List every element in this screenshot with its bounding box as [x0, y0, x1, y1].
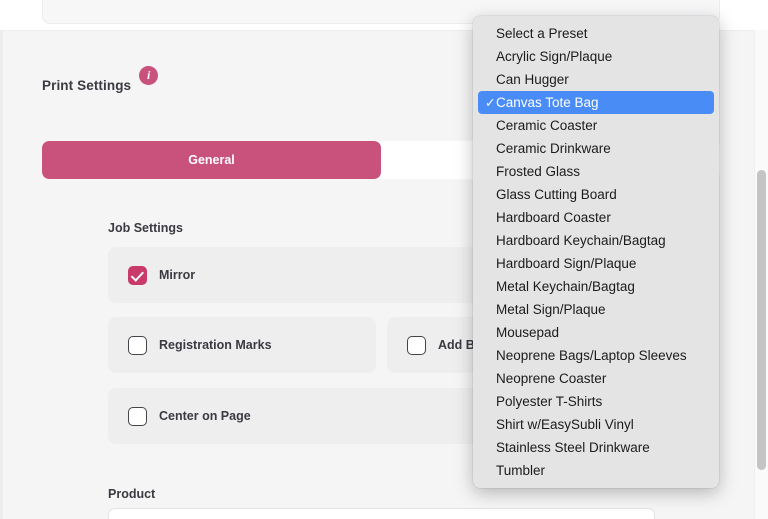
checkbox-registration-marks[interactable]	[128, 335, 147, 355]
checkbox-label-mirror: Mirror	[159, 268, 196, 282]
dropdown-option[interactable]: Metal Keychain/Bagtag	[473, 275, 719, 298]
dropdown-option[interactable]: Ceramic Drinkware	[473, 137, 719, 160]
dropdown-option-label: Metal Keychain/Bagtag	[496, 279, 635, 294]
dropdown-option-label: Shirt w/EasySubli Vinyl	[496, 417, 634, 432]
dropdown-option-label: Can Hugger	[496, 72, 569, 87]
page-title: Print Settings	[42, 77, 132, 93]
dropdown-option[interactable]: Metal Sign/Plaque	[473, 298, 719, 321]
check-icon: ✓	[485, 96, 496, 110]
dropdown-option-label: Stainless Steel Drinkware	[496, 440, 650, 455]
dropdown-option[interactable]: Hardboard Keychain/Bagtag	[473, 229, 719, 252]
dropdown-option-label: Tumbler	[496, 463, 546, 478]
checkbox-center-on-page[interactable]	[128, 406, 147, 426]
checkbox-label-center-on-page: Center on Page	[159, 409, 251, 423]
dropdown-option[interactable]: Can Hugger	[473, 68, 719, 91]
app-root: Print Settings i General Job Settings Mi…	[0, 0, 768, 519]
dropdown-option[interactable]: Hardboard Coaster	[473, 206, 719, 229]
checkbox-mirror[interactable]	[128, 265, 147, 285]
vertical-scrollbar-track[interactable]	[754, 30, 768, 519]
product-select-input[interactable]	[108, 508, 655, 519]
dropdown-option-label: Ceramic Coaster	[496, 118, 598, 133]
checkbox-group-registration-marks[interactable]: Registration Marks	[108, 335, 272, 355]
dropdown-option-label: Canvas Tote Bag	[496, 95, 599, 110]
info-icon[interactable]: i	[139, 66, 159, 85]
dropdown-option[interactable]: Polyester T-Shirts	[473, 390, 719, 413]
dropdown-option-label: Neoprene Coaster	[496, 371, 607, 386]
dropdown-option-label: Select a Preset	[496, 26, 588, 41]
dropdown-option-label: Mousepad	[496, 325, 560, 340]
setting-row-registration-marks[interactable]: Registration Marks	[108, 317, 376, 373]
dropdown-option[interactable]: Mousepad	[473, 321, 719, 344]
page-left-edge	[0, 30, 3, 519]
dropdown-option[interactable]: Tumbler	[473, 459, 719, 482]
dropdown-option-label: Frosted Glass	[496, 164, 581, 179]
checkbox-group-add-bleed[interactable]: Add Ble	[387, 335, 485, 355]
dropdown-option-label: Hardboard Keychain/Bagtag	[496, 233, 666, 248]
dropdown-option[interactable]: Neoprene Coaster	[473, 367, 719, 390]
dropdown-option-label: Hardboard Coaster	[496, 210, 611, 225]
product-heading: Product	[108, 487, 156, 501]
dropdown-option[interactable]: Acrylic Sign/Plaque	[473, 45, 719, 68]
checkbox-group-mirror[interactable]: Mirror	[108, 265, 196, 285]
print-settings-header: Print Settings i	[42, 66, 159, 94]
dropdown-option-label: Metal Sign/Plaque	[496, 302, 606, 317]
dropdown-option[interactable]: Select a Preset	[473, 22, 719, 45]
dropdown-option[interactable]: Glass Cutting Board	[473, 183, 719, 206]
dropdown-option[interactable]: Hardboard Sign/Plaque	[473, 252, 719, 275]
checkbox-label-registration-marks: Registration Marks	[159, 338, 272, 352]
dropdown-option[interactable]: ✓ Canvas Tote Bag	[478, 91, 714, 114]
dropdown-option-label: Polyester T-Shirts	[496, 394, 603, 409]
dropdown-option[interactable]: Neoprene Bags/Laptop Sleeves	[473, 344, 719, 367]
vertical-scrollbar-thumb[interactable]	[757, 170, 766, 470]
job-settings-heading: Job Settings	[108, 221, 184, 235]
dropdown-option-label: Ceramic Drinkware	[496, 141, 611, 156]
checkbox-add-bleed[interactable]	[407, 335, 426, 355]
dropdown-option[interactable]: Stainless Steel Drinkware	[473, 436, 719, 459]
dropdown-option[interactable]: Frosted Glass	[473, 160, 719, 183]
dropdown-option[interactable]: Shirt w/EasySubli Vinyl	[473, 413, 719, 436]
dropdown-option-label: Hardboard Sign/Plaque	[496, 256, 637, 271]
preset-dropdown-menu[interactable]: Select a Preset Acrylic Sign/Plaque Can Hu…	[473, 16, 719, 488]
checkbox-group-center-on-page[interactable]: Center on Page	[108, 406, 251, 426]
dropdown-option-label: Glass Cutting Board	[496, 187, 617, 202]
dropdown-option-label: Neoprene Bags/Laptop Sleeves	[496, 348, 687, 363]
tab-general[interactable]: General	[42, 141, 381, 179]
dropdown-option[interactable]: Ceramic Coaster	[473, 114, 719, 137]
dropdown-option-label: Acrylic Sign/Plaque	[496, 49, 613, 64]
